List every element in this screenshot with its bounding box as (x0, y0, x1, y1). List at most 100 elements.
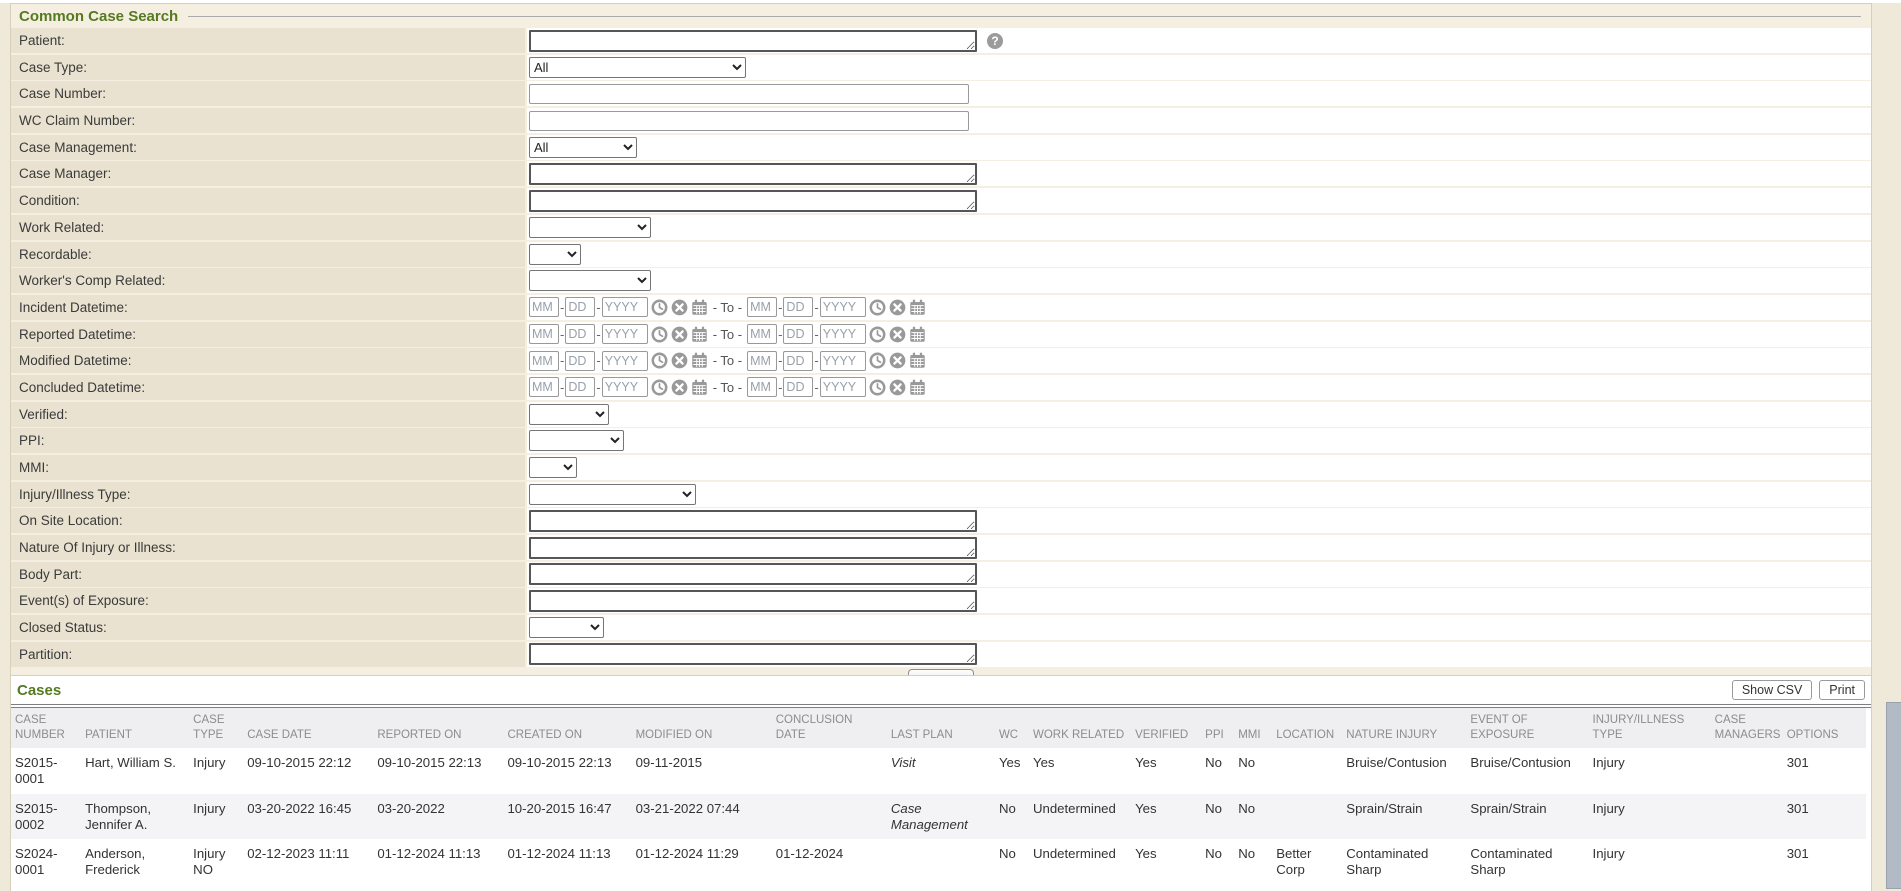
incident-from-day-input[interactable] (565, 297, 595, 317)
calendar-icon[interactable] (691, 326, 708, 343)
case-manager-field[interactable] (529, 163, 977, 185)
incident-to-month-input[interactable] (747, 297, 777, 317)
calendar-icon[interactable] (909, 352, 926, 369)
closed-status-select[interactable] (529, 617, 604, 638)
calendar-icon[interactable] (909, 299, 926, 316)
cell-case-number: S2024-0001 (11, 839, 81, 885)
concluded-from-month-input[interactable] (529, 377, 559, 397)
work-related-select[interactable] (529, 217, 651, 238)
calendar-icon[interactable] (909, 326, 926, 343)
verified-select[interactable] (529, 404, 609, 425)
modified-to-day-input[interactable] (783, 351, 813, 371)
reported-from-month-input[interactable] (529, 324, 559, 344)
calendar-icon[interactable] (691, 379, 708, 396)
case-number-row: Case Number: (11, 81, 1871, 106)
concluded-datetime-row: Concluded Datetime: - - - To - - - (11, 375, 1871, 400)
incident-from-month-input[interactable] (529, 297, 559, 317)
time-picker-icon[interactable] (869, 299, 886, 316)
wc-claim-number-field[interactable] (529, 111, 969, 131)
on-site-location-field[interactable] (529, 510, 977, 532)
wc-claim-number-row: WC Claim Number: (11, 108, 1871, 133)
reported-from-year-input[interactable] (602, 324, 648, 344)
case-number-field[interactable] (529, 84, 969, 104)
clear-date-icon[interactable] (889, 326, 906, 343)
modified-to-month-input[interactable] (747, 351, 777, 371)
cell-location (1272, 794, 1342, 840)
time-picker-icon[interactable] (651, 299, 668, 316)
concluded-to-year-input[interactable] (820, 377, 866, 397)
time-picker-icon[interactable] (869, 352, 886, 369)
reported-from-day-input[interactable] (565, 324, 595, 344)
concluded-from-day-input[interactable] (565, 377, 595, 397)
time-picker-icon[interactable] (651, 326, 668, 343)
incident-to-year-input[interactable] (820, 297, 866, 317)
cell-options: 301 (1783, 839, 1866, 885)
cell-verified: Yes (1131, 794, 1201, 840)
mmi-select[interactable] (529, 457, 577, 478)
concluded-datetime-label: Concluded Datetime: (11, 375, 525, 400)
show-csv-button[interactable]: Show CSV (1732, 680, 1812, 700)
cell-modified-on: 03-21-2022 07:44 (632, 794, 772, 840)
case-type-select[interactable]: All (529, 57, 746, 78)
time-picker-icon[interactable] (869, 379, 886, 396)
nature-of-injury-field[interactable] (529, 537, 977, 559)
print-button[interactable]: Print (1819, 680, 1865, 700)
reported-datetime-row: Reported Datetime: - - - To - - - (11, 322, 1871, 347)
modified-from-year-input[interactable] (602, 351, 648, 371)
clear-date-icon[interactable] (671, 379, 688, 396)
workers-comp-related-select[interactable] (529, 270, 651, 291)
cell-created-on: 10-20-2015 16:47 (503, 794, 631, 840)
time-picker-icon[interactable] (651, 352, 668, 369)
calendar-icon[interactable] (909, 379, 926, 396)
modified-from-day-input[interactable] (565, 351, 595, 371)
cell-work-related: Undetermined (1029, 794, 1131, 840)
case-management-select[interactable]: All (529, 137, 637, 158)
reported-to-month-input[interactable] (747, 324, 777, 344)
partition-label: Partition: (11, 642, 525, 667)
case-type-label: Case Type: (11, 55, 525, 80)
cell-created-on: 01-12-2024 11:13 (503, 839, 631, 885)
ppi-select[interactable] (529, 430, 624, 451)
reported-to-day-input[interactable] (783, 324, 813, 344)
vertical-scrollbar[interactable] (1886, 702, 1901, 889)
time-picker-icon[interactable] (869, 326, 886, 343)
concluded-to-day-input[interactable] (783, 377, 813, 397)
patient-field[interactable] (529, 30, 977, 52)
cell-conclusion-date (772, 748, 887, 794)
incident-from-year-input[interactable] (602, 297, 648, 317)
partition-field[interactable] (529, 643, 977, 665)
clear-date-icon[interactable] (889, 379, 906, 396)
reported-to-year-input[interactable] (820, 324, 866, 344)
help-icon[interactable]: ? (987, 33, 1003, 49)
incident-to-day-input[interactable] (783, 297, 813, 317)
col-location: LOCATION (1272, 708, 1342, 748)
table-row: S2015-0001 Hart, William S. Injury 09-10… (11, 748, 1866, 794)
cell-mmi: No (1234, 839, 1272, 885)
clear-date-icon[interactable] (671, 352, 688, 369)
calendar-icon[interactable] (691, 299, 708, 316)
concluded-to-month-input[interactable] (747, 377, 777, 397)
recordable-select[interactable] (529, 244, 581, 265)
case-type-row: Case Type: All (11, 55, 1871, 80)
clear-date-icon[interactable] (671, 299, 688, 316)
calendar-icon[interactable] (691, 352, 708, 369)
cases-title: Cases (17, 682, 61, 699)
cell-created-on: 09-10-2015 22:13 (503, 748, 631, 794)
time-picker-icon[interactable] (651, 379, 668, 396)
case-management-row: Case Management: All (11, 135, 1871, 160)
condition-label: Condition: (11, 188, 525, 213)
injury-illness-type-select[interactable] (529, 484, 696, 505)
concluded-from-year-input[interactable] (602, 377, 648, 397)
events-of-exposure-field[interactable] (529, 590, 977, 612)
cell-patient: Thompson, Jennifer A. (81, 794, 189, 840)
col-case-managers: CASE MANAGERS (1711, 708, 1783, 748)
modified-to-year-input[interactable] (820, 351, 866, 371)
clear-date-icon[interactable] (671, 326, 688, 343)
clear-date-icon[interactable] (889, 352, 906, 369)
body-part-field[interactable] (529, 563, 977, 585)
cell-conclusion-date (772, 794, 887, 840)
case-management-label: Case Management: (11, 135, 525, 160)
clear-date-icon[interactable] (889, 299, 906, 316)
modified-from-month-input[interactable] (529, 351, 559, 371)
condition-field[interactable] (529, 190, 977, 212)
